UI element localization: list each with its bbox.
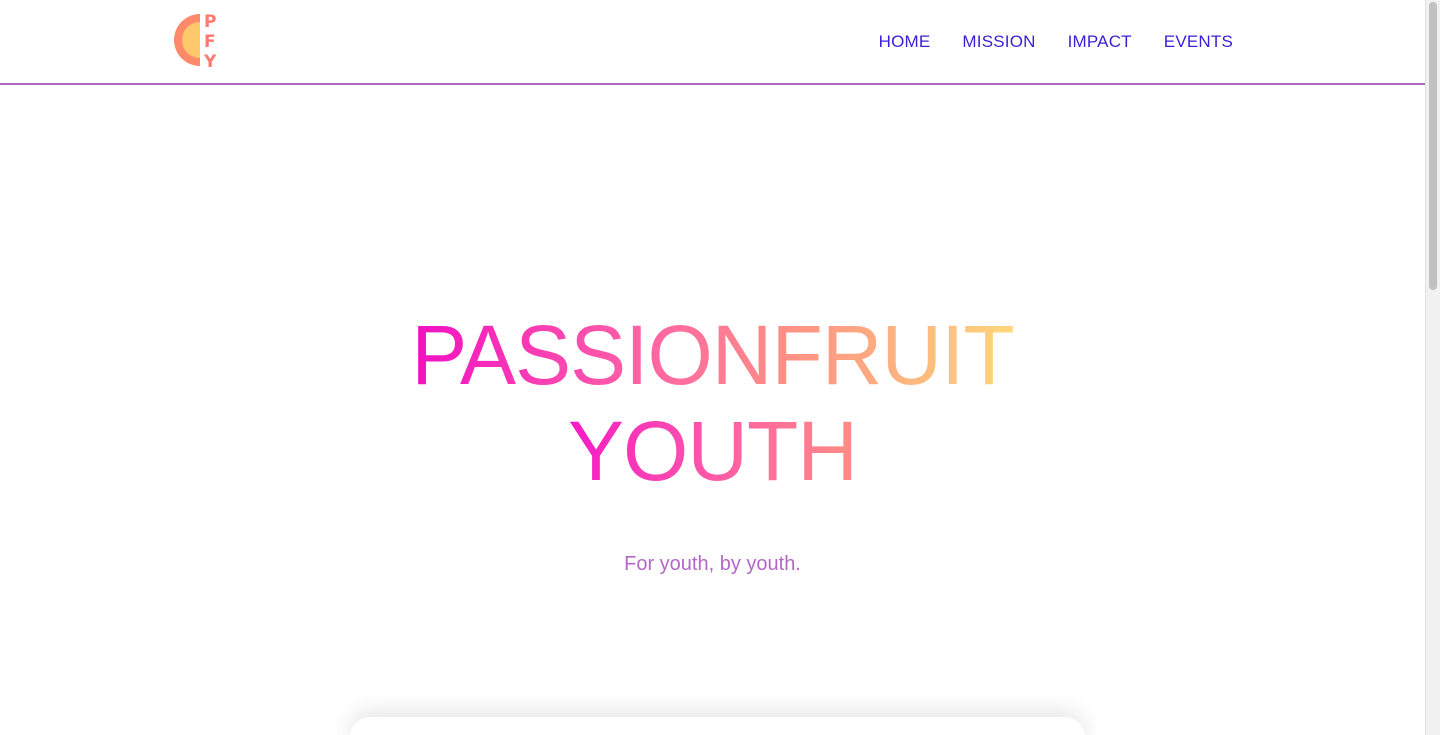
logo-letter-p: P <box>204 12 216 32</box>
logo-letter-y: Y <box>203 52 217 70</box>
hero-title-line-2: YOUTH <box>568 404 858 498</box>
vertical-scrollbar[interactable] <box>1425 0 1440 735</box>
hero-section: PASSIONFRUIT YOUTH For youth, by youth. <box>0 85 1425 735</box>
logo-letter-f: F <box>204 32 216 52</box>
logo-link[interactable]: P F Y <box>170 8 222 70</box>
browser-viewport: P F Y HOME MISSION IMPACT EVENTS PASSION… <box>0 0 1440 735</box>
hero-title: PASSIONFRUIT YOUTH <box>0 307 1425 499</box>
pfy-logo: P F Y <box>174 12 217 70</box>
page: P F Y HOME MISSION IMPACT EVENTS PASSION… <box>0 0 1425 735</box>
scrollbar-thumb[interactable] <box>1429 2 1437 290</box>
main-nav: HOME MISSION IMPACT EVENTS <box>879 32 1233 52</box>
site-header: P F Y HOME MISSION IMPACT EVENTS <box>0 0 1425 85</box>
nav-events[interactable]: EVENTS <box>1164 32 1233 52</box>
nav-impact[interactable]: IMPACT <box>1068 32 1132 52</box>
nav-home[interactable]: HOME <box>879 32 931 52</box>
hero-title-line-1: PASSIONFRUIT <box>411 308 1014 402</box>
hero-tagline: For youth, by youth. <box>624 553 801 575</box>
nav-mission[interactable]: MISSION <box>962 32 1035 52</box>
content-card-top-edge <box>350 717 1085 735</box>
